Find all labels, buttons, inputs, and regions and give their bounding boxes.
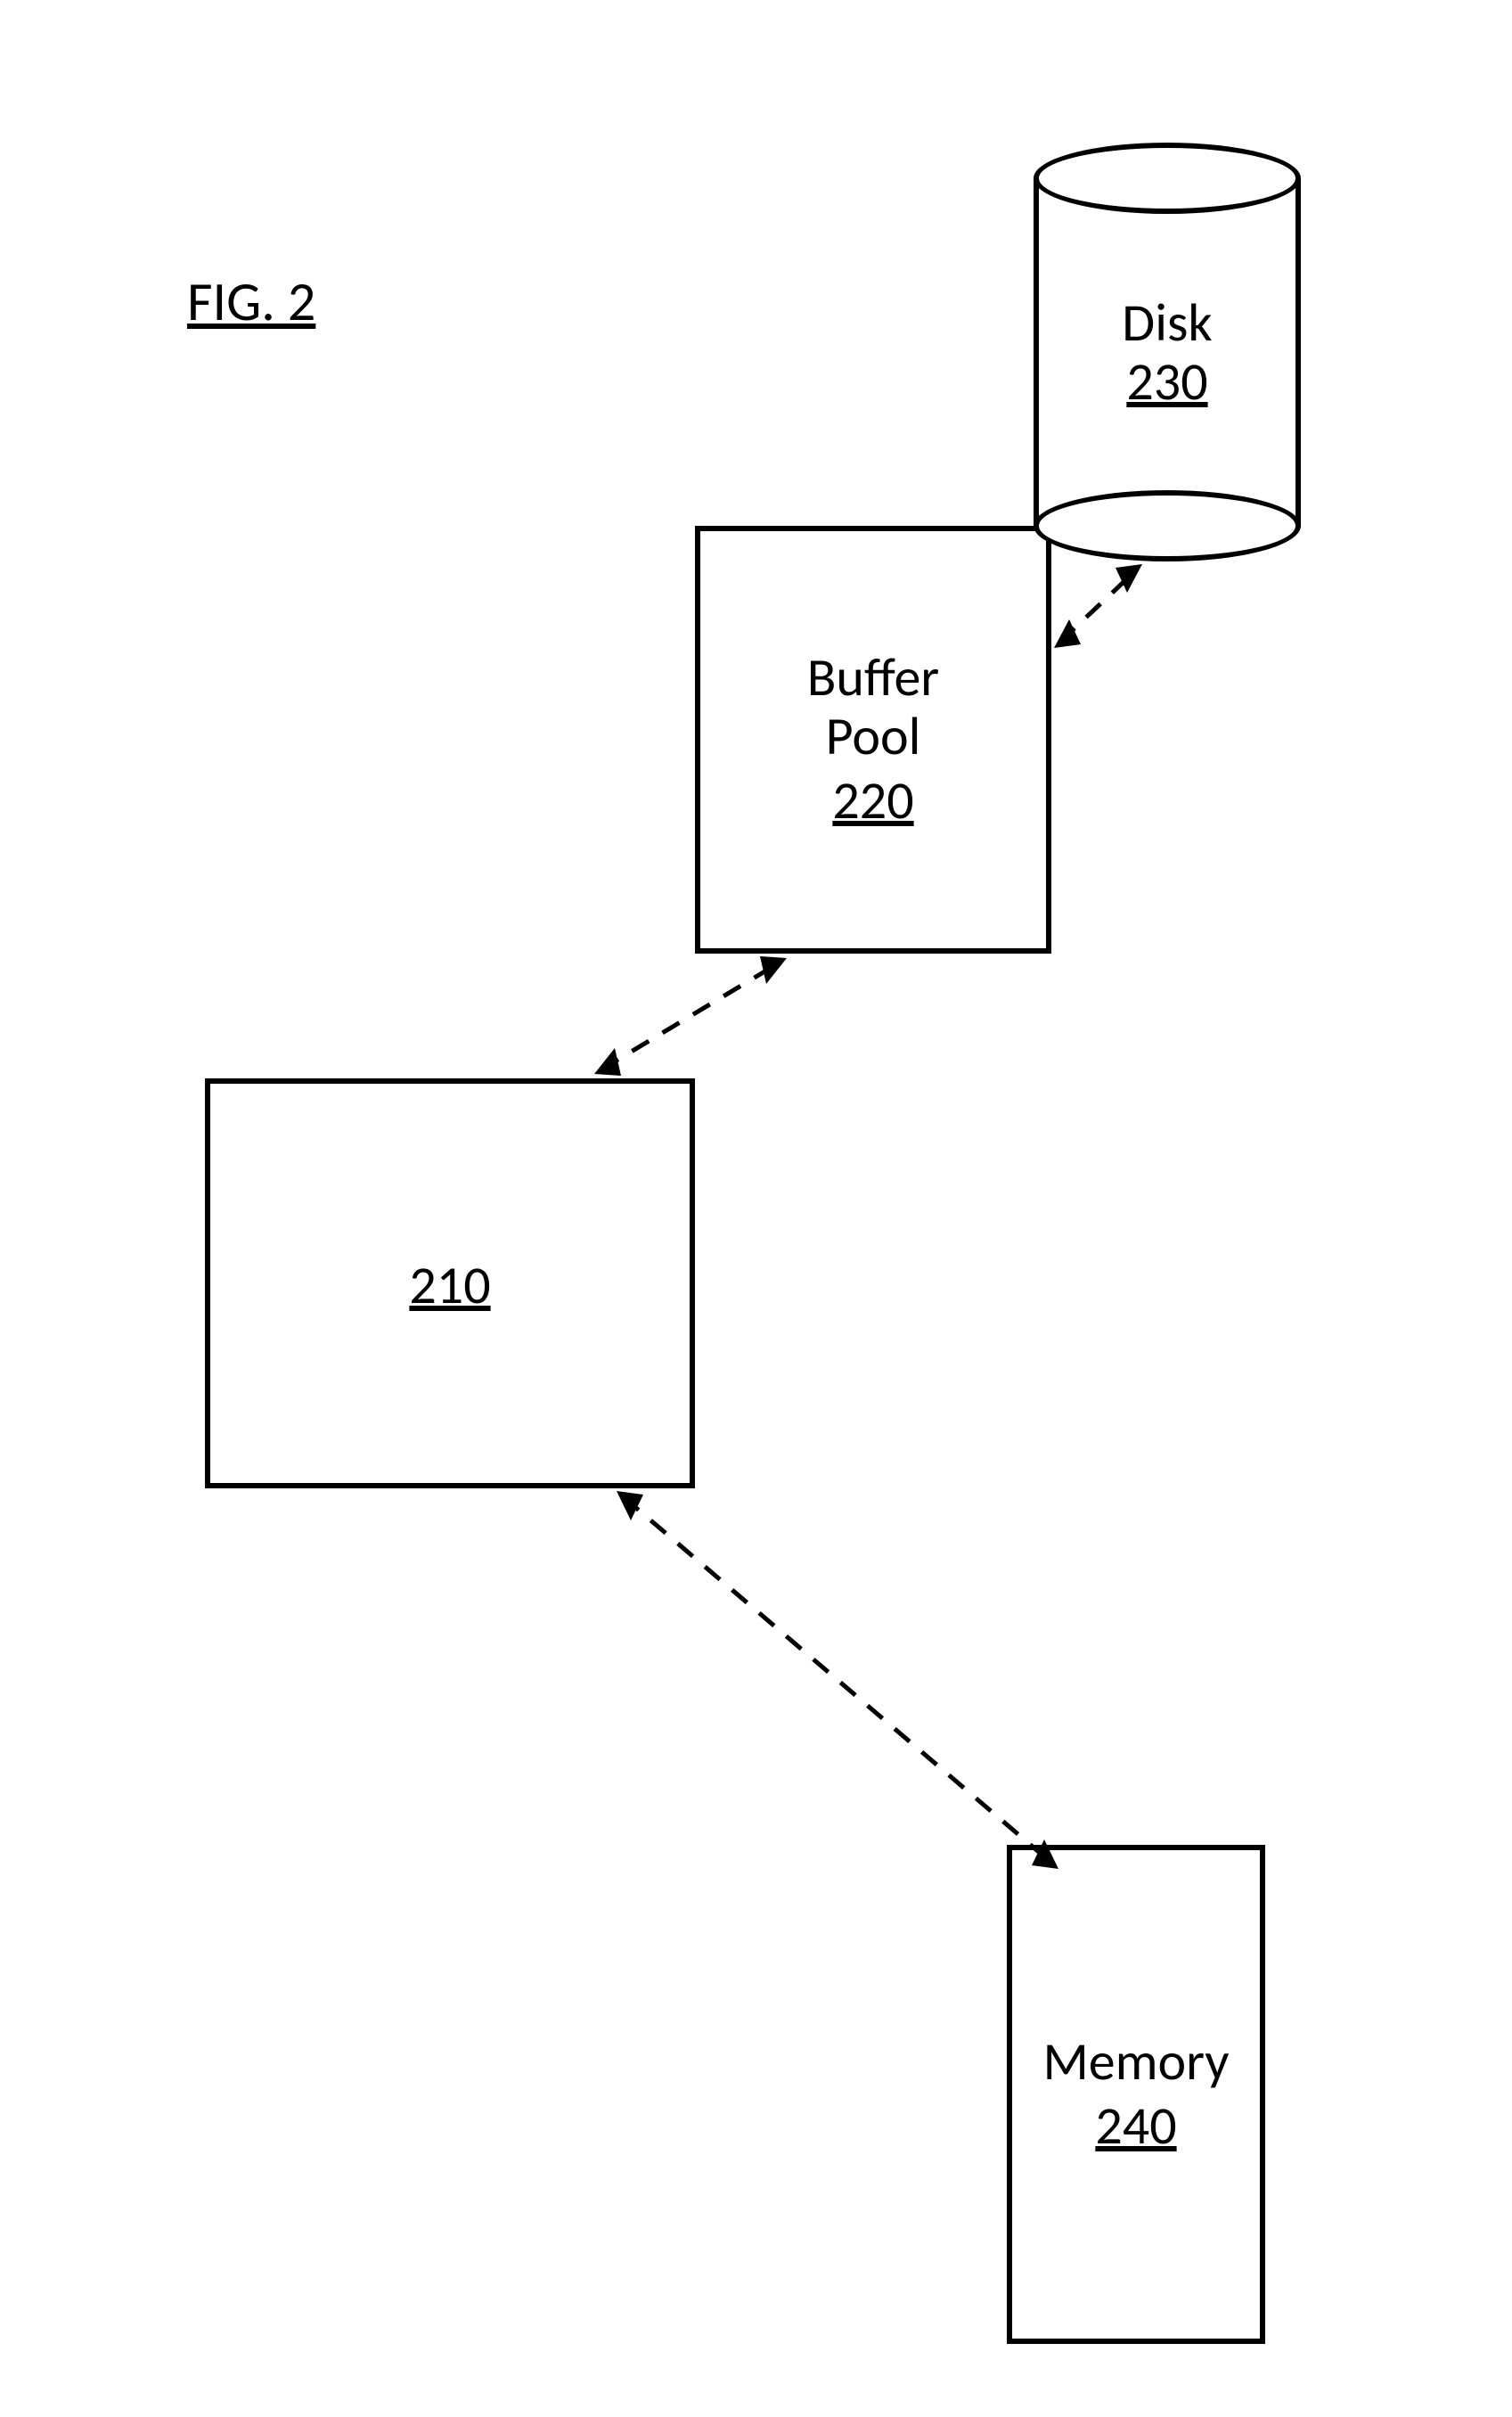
arrow-central-memory	[0, 0, 1512, 2417]
diagram-page: FIG. 2 210 Buffer Pool 220 Memory 240 Di…	[0, 0, 1512, 2417]
